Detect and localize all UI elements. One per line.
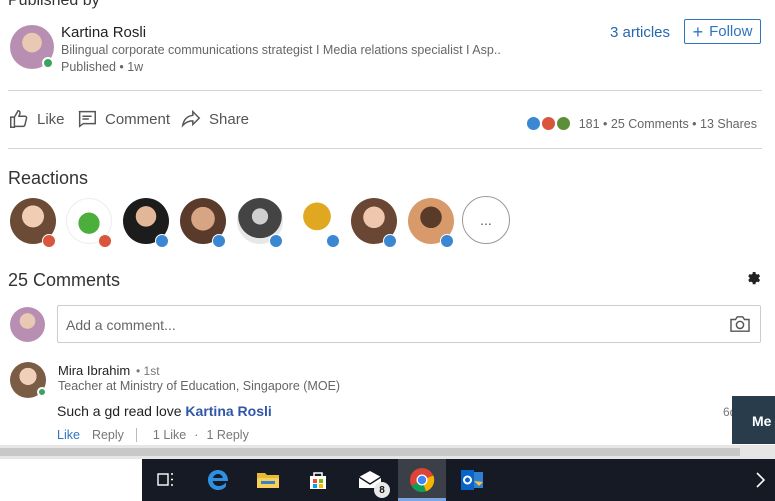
plus-icon: + [692, 21, 704, 42]
gear-icon[interactable] [745, 270, 761, 286]
like-reaction-icon [383, 234, 397, 248]
like-reaction-icon [212, 234, 226, 248]
comment-reply-count[interactable]: 1 Reply [206, 428, 248, 442]
author-name[interactable]: Kartina Rosli [61, 24, 146, 41]
comment-input[interactable]: Add a comment... [66, 317, 176, 333]
online-status-icon [42, 57, 54, 69]
mail-badge: 8 [374, 482, 390, 498]
store-icon[interactable] [294, 459, 342, 501]
overflow-chevron-icon[interactable] [744, 459, 775, 501]
comment-input-box[interactable]: Add a comment... [57, 305, 761, 343]
love-reaction-icon [98, 234, 112, 248]
share-icon [181, 109, 201, 128]
camera-icon[interactable] [729, 315, 751, 333]
author-headline: Bilingual corporate communications strat… [61, 43, 501, 57]
follow-button[interactable]: + Follow [684, 19, 761, 44]
comment-button[interactable]: Comment [76, 108, 170, 130]
like-label: Like [37, 110, 65, 128]
published-by-heading: Published by [8, 0, 100, 9]
taskbar-blank-area [0, 459, 142, 501]
horizontal-scrollbar[interactable] [0, 445, 775, 459]
comment-icon [78, 110, 96, 128]
commenter-name[interactable]: Mira Ibrahim [58, 363, 130, 378]
comment-like-count[interactable]: 1 Like [153, 428, 186, 442]
insightful-reaction-icon [555, 116, 571, 131]
social-counts[interactable]: 181 • 25 Comments • 13 Shares [525, 116, 757, 131]
like-reaction-icon [326, 234, 340, 248]
more-reactors-button[interactable]: ... [462, 196, 510, 244]
comments-heading: 25 Comments [8, 270, 121, 290]
follow-label: Follow [709, 23, 753, 40]
divider [135, 428, 137, 442]
share-label: Share [209, 110, 250, 128]
scrollbar-thumb[interactable] [0, 448, 740, 456]
messaging-tab[interactable]: Me [732, 396, 775, 444]
connection-degree: • 1st [136, 364, 160, 378]
commenter-headline: Teacher at Ministry of Education, Singap… [58, 379, 341, 393]
edge-browser-icon[interactable] [194, 459, 242, 501]
chrome-browser-icon[interactable] [398, 459, 446, 501]
reactions-heading: Reactions [8, 168, 89, 188]
social-counts-text: 181 • 25 Comments • 13 Shares [578, 116, 757, 131]
divider [8, 90, 762, 91]
love-reaction-icon [42, 234, 56, 248]
share-button[interactable]: Share [180, 108, 249, 130]
author-meta: Published • 1w [61, 60, 144, 74]
comment-body: Such a gd read love [57, 403, 182, 419]
divider [8, 148, 762, 149]
love-reaction-icon [540, 116, 556, 131]
file-explorer-icon[interactable] [244, 459, 292, 501]
like-reaction-icon [155, 234, 169, 248]
mention-link[interactable]: Kartina Rosli [185, 403, 271, 419]
my-avatar [10, 307, 45, 342]
comment-label: Comment [105, 110, 171, 128]
like-reaction-icon [440, 234, 454, 248]
comment-like-button[interactable]: Like [57, 428, 80, 442]
like-reaction-icon [269, 234, 283, 248]
task-view-icon[interactable] [142, 459, 190, 501]
articles-link[interactable]: 3 articles [610, 24, 670, 41]
separator-dot: · [194, 428, 199, 442]
like-reaction-icon [525, 116, 541, 131]
comment-reply-button[interactable]: Reply [92, 428, 124, 442]
comment-actions: Like Reply 1 Like · 1 Reply [57, 428, 249, 442]
comment-text: Such a gd read love Kartina Rosli [57, 403, 272, 419]
online-status-icon [37, 387, 47, 397]
outlook-icon[interactable] [448, 459, 496, 501]
thumbs-up-icon [10, 110, 28, 128]
like-button[interactable]: Like [8, 108, 65, 130]
